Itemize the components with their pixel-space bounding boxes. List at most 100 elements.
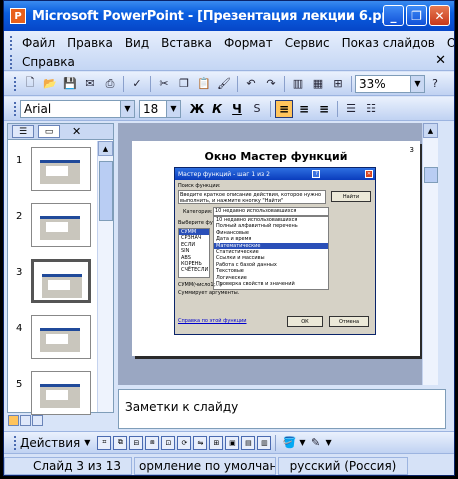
menu-grip-2[interactable]: [10, 55, 13, 69]
scroll-thumb[interactable]: [99, 161, 113, 221]
normal-view-icon[interactable]: [8, 415, 19, 426]
menu-tools[interactable]: Сервис: [279, 36, 336, 50]
restore-button[interactable]: ❐: [406, 5, 427, 26]
chevron-down-icon[interactable]: ▼: [326, 438, 332, 447]
function-wizard-screenshot[interactable]: Мастер функций - шаг 1 из 2 ? ✕ Поиск фу…: [174, 167, 376, 335]
slide-thumb-4[interactable]: 4: [8, 315, 98, 365]
outline-tab[interactable]: ☰: [12, 125, 34, 138]
font-value: Arial: [24, 101, 52, 116]
font-combo[interactable]: Arial ▼: [20, 99, 135, 118]
align-icon[interactable]: ⊟: [129, 435, 144, 450]
arrange-icon[interactable]: ⊞: [209, 435, 224, 450]
rotate-icon[interactable]: ⟳: [177, 435, 192, 450]
slides-tab[interactable]: ▭: [38, 125, 60, 138]
size-combo[interactable]: 18 ▼: [139, 99, 181, 118]
menu-insert[interactable]: Вставка: [155, 36, 218, 50]
toolbar-grip-3[interactable]: [14, 435, 17, 450]
save-icon[interactable]: 💾: [62, 76, 78, 92]
align-left-button[interactable]: ≡: [275, 99, 293, 118]
scroll-thumb[interactable]: [424, 167, 438, 183]
window-title: Microsoft PowerPoint - [Презентация лекц…: [32, 8, 402, 24]
slide-number: 1: [16, 155, 23, 166]
minimize-button[interactable]: _: [383, 5, 404, 26]
permission-icon[interactable]: ✉: [82, 76, 98, 92]
zoom-combo[interactable]: 33% ▼: [355, 74, 425, 93]
redo-icon[interactable]: ↷: [263, 76, 279, 92]
slides-scrollbar[interactable]: ▲: [97, 141, 113, 412]
flip-icon[interactable]: ⇋: [193, 435, 208, 450]
chevron-down-icon[interactable]: ▼: [120, 100, 134, 117]
italic-button[interactable]: К: [208, 100, 226, 118]
bold-button[interactable]: Ж: [188, 100, 206, 118]
slide-title[interactable]: Окно Мастер функций: [132, 150, 420, 163]
distribute-icon[interactable]: ⊡: [161, 435, 176, 450]
powerpoint-window: P Microsoft PowerPoint - [Презентация ле…: [3, 0, 455, 476]
slideshow-view-icon[interactable]: [32, 415, 43, 426]
slide-thumb-1[interactable]: 1: [8, 147, 98, 197]
standard-toolbar: 🗋 📂 💾 ✉ ⎙ ✓ ✂ ❐ 📋 🖌 ↶ ↷ ▥ ▦ ⊞ 33% ▼ ?: [4, 72, 454, 96]
paste-icon[interactable]: 📋: [196, 76, 212, 92]
layout-icon[interactable]: ▥: [257, 435, 272, 450]
sorter-view-icon[interactable]: [20, 415, 31, 426]
editor-scrollbar[interactable]: ▲: [422, 123, 438, 385]
scroll-up-icon[interactable]: ▲: [98, 141, 113, 156]
slide-thumb-3[interactable]: 3: [8, 259, 98, 309]
slide-number: 5: [16, 379, 23, 390]
menu-slideshow[interactable]: Показ слайдов: [336, 36, 441, 50]
format-painter-icon[interactable]: 🖌: [216, 76, 232, 92]
table-icon[interactable]: ▦: [310, 76, 326, 92]
menu-view[interactable]: Вид: [119, 36, 155, 50]
slide-editor[interactable]: Окно Мастер функций 3 Мастер функций - ш…: [118, 123, 438, 385]
copy-icon[interactable]: ❐: [176, 76, 192, 92]
slide-thumb-5[interactable]: 5: [8, 371, 98, 421]
slide-thumb-2[interactable]: 2: [8, 203, 98, 253]
undo-icon[interactable]: ↶: [243, 76, 259, 92]
formatting-toolbar: Arial ▼ 18 ▼ Ж К Ч S ≡ ≡ ≡ ☰ ☷: [4, 97, 454, 121]
line-color-icon[interactable]: ✎: [308, 435, 324, 451]
shadow-icon[interactable]: S: [249, 101, 265, 117]
align-right-button[interactable]: ≡: [315, 100, 333, 118]
toolbar-grip[interactable]: [14, 76, 17, 91]
help-icon[interactable]: ?: [427, 76, 443, 92]
slide-canvas[interactable]: Окно Мастер функций 3 Мастер функций - ш…: [132, 141, 420, 356]
menu-format[interactable]: Формат: [218, 36, 279, 50]
chevron-down-icon[interactable]: ▼: [84, 438, 90, 447]
cut-icon[interactable]: ✂: [156, 76, 172, 92]
bullets-icon[interactable]: ☷: [363, 101, 379, 117]
actions-menu[interactable]: Действия: [20, 436, 80, 450]
notes-pane[interactable]: Заметки к слайду: [118, 389, 446, 429]
menu-edit[interactable]: Правка: [61, 36, 119, 50]
powerpoint-app-icon[interactable]: P: [10, 8, 26, 24]
align-center-button[interactable]: ≡: [295, 100, 313, 118]
fill-color-icon[interactable]: 🪣: [281, 435, 297, 451]
status-slide: Слайд 3 из 13: [4, 456, 132, 475]
numbering-icon[interactable]: ☰: [343, 101, 359, 117]
chevron-down-icon[interactable]: ▼: [299, 438, 305, 447]
scroll-up-icon[interactable]: ▲: [423, 123, 438, 138]
menu-help[interactable]: Справка: [16, 55, 81, 69]
snap-icon[interactable]: ▣: [225, 435, 240, 450]
nudge-icon[interactable]: ▤: [241, 435, 256, 450]
toolbar-grip-2[interactable]: [14, 101, 17, 116]
chevron-down-icon[interactable]: ▼: [410, 75, 424, 92]
order-icon[interactable]: ⧈: [145, 435, 160, 450]
slide-number: 4: [16, 323, 23, 334]
document-close-icon[interactable]: ✕: [435, 53, 446, 68]
pane-close-icon[interactable]: ✕: [72, 125, 81, 138]
menu-window[interactable]: Окно: [441, 36, 454, 50]
close-button[interactable]: ✕: [429, 5, 450, 26]
underline-button[interactable]: Ч: [228, 100, 246, 118]
search-description: Введите краткое описание действия, котор…: [178, 190, 326, 204]
title-bar[interactable]: P Microsoft PowerPoint - [Презентация ле…: [4, 1, 454, 31]
new-icon[interactable]: 🗋: [22, 76, 38, 92]
menu-grip[interactable]: [10, 36, 13, 50]
grid-icon[interactable]: ⊞: [330, 76, 346, 92]
chevron-down-icon[interactable]: ▼: [166, 100, 180, 117]
print-icon[interactable]: ⎙: [102, 76, 118, 92]
chart-icon[interactable]: ▥: [290, 76, 306, 92]
group-icon[interactable]: ⧉: [113, 435, 128, 450]
menu-file[interactable]: Файл: [16, 36, 61, 50]
spelling-icon[interactable]: ✓: [129, 76, 145, 92]
select-objects-icon[interactable]: ⌗: [97, 435, 112, 450]
open-icon[interactable]: 📂: [42, 76, 58, 92]
